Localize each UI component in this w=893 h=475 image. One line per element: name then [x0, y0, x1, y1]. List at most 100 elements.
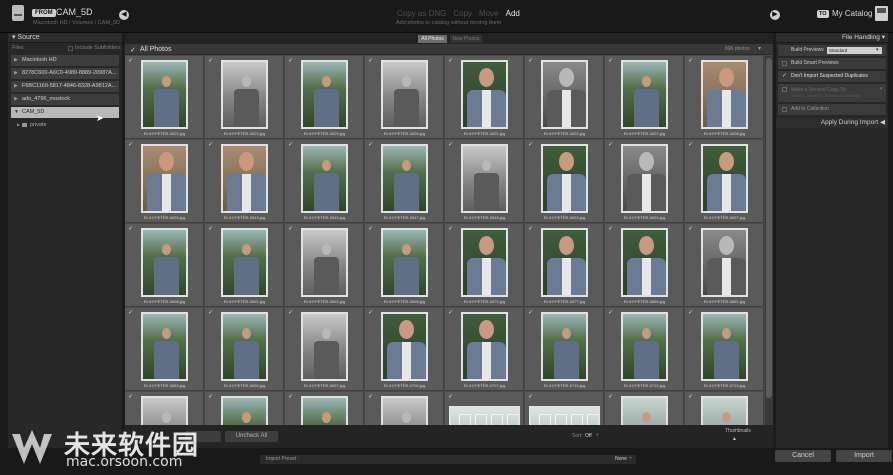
photo-thumbnail[interactable] — [461, 312, 508, 381]
arrow-left-icon[interactable]: ◀ — [119, 10, 129, 20]
photo-thumbnail[interactable] — [141, 228, 188, 297]
photo-check-icon[interactable]: ✓ — [448, 310, 454, 316]
import-preset-caret[interactable]: ÷ — [629, 455, 632, 461]
photo-thumbnail[interactable] — [621, 396, 668, 425]
photo-thumbnail[interactable] — [381, 228, 428, 297]
folder-expand-icon[interactable]: ▶ — [17, 120, 20, 130]
photo-cell[interactable]: ✓ ELIH+PETER-0723.jpg — [685, 308, 764, 391]
photo-cell[interactable]: ✓ ELIH+PETER-0722.jpg — [605, 308, 684, 391]
photo-cell[interactable]: ✓ ELIH+PETER-0638.jpg — [685, 56, 764, 139]
photo-cell[interactable]: ✓ ELIH+PETER-0681.jpg — [685, 224, 764, 307]
photo-thumbnail[interactable] — [381, 144, 428, 213]
apply-during-import-header[interactable]: Apply During Import ◀ — [776, 118, 888, 128]
photo-cell[interactable]: ✓ ELIH+PETER-0657.jpg — [685, 140, 764, 223]
photo-check-icon[interactable]: ✓ — [208, 310, 214, 316]
import-button[interactable]: Import — [836, 450, 892, 462]
photo-check-icon[interactable]: ✓ — [208, 226, 214, 232]
photo-thumbnail[interactable] — [541, 144, 588, 213]
second-copy-caret-icon[interactable]: ▾ — [880, 86, 883, 92]
photo-cell[interactable]: ✓ ELIH+PETER-0700.jpg — [365, 308, 444, 391]
import-preset-bar[interactable]: Import Preset : None ÷ — [260, 455, 636, 464]
photo-check-icon[interactable]: ✓ — [288, 394, 294, 400]
photo-check-icon[interactable]: ✓ — [128, 310, 134, 316]
photo-check-icon[interactable]: ✓ — [128, 58, 134, 64]
photo-cell[interactable]: ✓ ELIH+PETER-0653.jpg — [525, 140, 604, 223]
volume-item[interactable]: ▶ Macintosh HD — [11, 55, 119, 66]
photo-check-icon[interactable]: ✓ — [608, 58, 614, 64]
photo-thumbnail[interactable] — [461, 60, 508, 129]
photo-check-icon[interactable]: ✓ — [688, 58, 694, 64]
photo-cell[interactable]: ✓ ELIH+PETER-0654.jpg — [605, 140, 684, 223]
photo-thumbnail[interactable] — [621, 60, 668, 129]
photo-check-icon[interactable]: ✓ — [128, 394, 134, 400]
mode-copy-as-dng[interactable]: Copy as DNG — [397, 9, 446, 18]
photo-thumbnail[interactable] — [461, 228, 508, 297]
photo-thumbnail[interactable] — [141, 144, 188, 213]
photo-check-icon[interactable]: ✓ — [368, 394, 374, 400]
tab-new-photos[interactable]: New Photos — [450, 35, 482, 43]
volume-expand-icon[interactable]: ▶ — [14, 55, 18, 66]
volume-expand-icon[interactable]: ▶ — [14, 68, 18, 79]
file-handling-header[interactable]: File Handling ▾ — [776, 33, 888, 43]
photo-check-icon[interactable]: ✓ — [608, 226, 614, 232]
photo-thumbnail[interactable] — [381, 60, 428, 129]
volume-item[interactable]: ▶ 8278C600-A6C0-4989-8889-20987A... — [11, 68, 119, 79]
cancel-button[interactable]: Cancel — [775, 450, 831, 462]
photo-thumbnail[interactable] — [141, 60, 188, 129]
photo-thumbnail[interactable] — [621, 144, 668, 213]
photo-check-icon[interactable]: ✓ — [128, 226, 134, 232]
photo-check-icon[interactable]: ✓ — [528, 310, 534, 316]
photo-check-icon[interactable]: ✓ — [528, 58, 534, 64]
photo-cell[interactable]: ✓ ELIH+PETER-0658.jpg — [125, 224, 204, 307]
photo-cell[interactable]: ✓ ELIH+PETER-0680.jpg — [605, 224, 684, 307]
photo-thumbnail[interactable] — [141, 396, 188, 425]
photo-cell[interactable]: ✓ ELIH+PETER-0629.jpg — [285, 56, 364, 139]
photo-cell[interactable]: ✓ ELIH+PETER-0623.jpg — [205, 56, 284, 139]
volume-item[interactable]: ▶ ado_4796_mostock — [11, 94, 119, 105]
photo-cell[interactable]: ✓ ELIH+PETER-0690.jpg — [205, 308, 284, 391]
photo-check-icon[interactable]: ✓ — [368, 142, 374, 148]
photo-check-icon[interactable]: ✓ — [208, 142, 214, 148]
photo-cell[interactable]: ✓ ELIH+PETER-0662.jpg — [285, 224, 364, 307]
uncheck-all-button[interactable]: Uncheck All — [225, 431, 278, 442]
photo-cell[interactable]: ✓ — [285, 392, 364, 425]
photo-check-icon[interactable]: ✓ — [368, 226, 374, 232]
volume-item[interactable]: ▶ F6BC1169-5817-4846-8328-A9812A... — [11, 81, 119, 92]
photo-thumbnail[interactable] — [221, 312, 268, 381]
photo-thumbnail[interactable] — [301, 60, 348, 129]
photo-cell[interactable]: ✓ ELIH+PETER-0645.jpg — [285, 140, 364, 223]
photo-cell[interactable]: ✓ ELIH+PETER-0647.jpg — [365, 140, 444, 223]
photo-thumbnail[interactable] — [221, 396, 268, 425]
photo-cell[interactable]: ✓ — [445, 392, 524, 425]
photo-thumbnail[interactable] — [541, 312, 588, 381]
photo-thumbnail[interactable] — [301, 144, 348, 213]
photo-check-icon[interactable]: ✓ — [528, 226, 534, 232]
photo-cell[interactable]: ✓ ELIH+PETER-0622.jpg — [125, 56, 204, 139]
photo-check-icon[interactable]: ✓ — [208, 394, 214, 400]
dont-import-duplicates-option[interactable]: ✓ Don't Import Suspected Duplicates — [778, 71, 886, 82]
build-previews-select[interactable]: Standard — [827, 47, 882, 54]
destination-catalog[interactable]: My Catalog — [832, 9, 872, 18]
select-all-check-icon[interactable]: ✓ — [130, 46, 136, 54]
photo-cell[interactable]: ✓ ELIH+PETER-0670.jpg — [445, 224, 524, 307]
photo-thumbnail[interactable] — [529, 406, 600, 425]
photo-cell[interactable]: ✓ ELIH+PETER-0631.jpg — [445, 56, 524, 139]
photo-cell[interactable]: ✓ ELIH+PETER-0632.jpg — [525, 56, 604, 139]
photo-cell[interactable]: ✓ ELIH+PETER-0661.jpg — [205, 224, 284, 307]
mode-add[interactable]: Add — [506, 9, 520, 18]
volume-expand-icon[interactable]: ▼ — [14, 107, 19, 118]
scrollbar-thumb[interactable] — [766, 58, 772, 398]
mode-copy[interactable]: Copy — [453, 9, 472, 18]
photo-thumbnail[interactable] — [301, 396, 348, 425]
photo-check-icon[interactable]: ✓ — [688, 226, 694, 232]
photo-check-icon[interactable]: ✓ — [448, 226, 454, 232]
photo-check-icon[interactable]: ✓ — [368, 58, 374, 64]
photo-cell[interactable]: ✓ — [125, 392, 204, 425]
photo-cell[interactable]: ✓ — [685, 392, 764, 425]
photo-check-icon[interactable]: ✓ — [368, 310, 374, 316]
photo-cell[interactable]: ✓ ELIH+PETER-0710.jpg — [525, 308, 604, 391]
photo-thumbnail[interactable] — [541, 60, 588, 129]
photo-cell[interactable]: ✓ ELIH+PETER-0630.jpg — [365, 56, 444, 139]
second-copy-checkbox[interactable] — [782, 87, 787, 92]
include-subfolders-checkbox[interactable] — [68, 46, 73, 51]
